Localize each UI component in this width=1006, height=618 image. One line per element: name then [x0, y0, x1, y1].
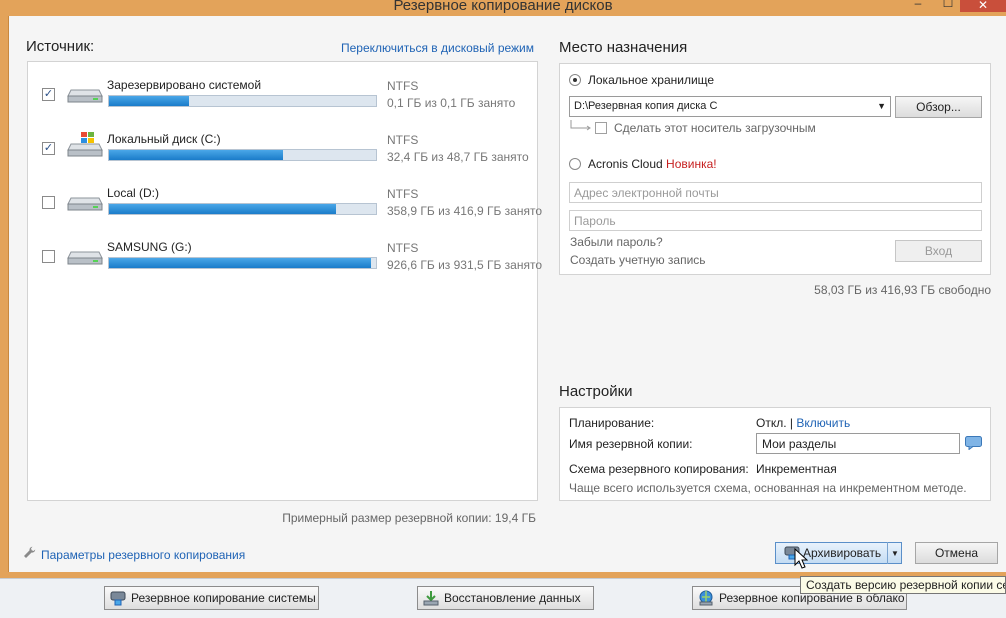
maximize-button[interactable]: ☐ — [938, 0, 958, 10]
disk-filesystem: NTFS — [387, 187, 419, 201]
disk-row[interactable]: ✓ Зарезервировано системой NTFS 0,1 ГБ из 0… — [28, 78, 537, 126]
source-disk-list: ✓ Зарезервировано системой NTFS 0,1 ГБ из 0… — [27, 61, 542, 501]
disk-checkbox[interactable] — [42, 196, 55, 209]
wrench-icon — [23, 546, 37, 562]
windows-hdd-icon — [67, 132, 103, 157]
free-space: 58,03 ГБ из 416,93 ГБ свободно — [814, 283, 991, 297]
cancel-button[interactable]: Отмена — [915, 542, 998, 564]
disk-usage-text: 0,1 ГБ из 0,1 ГБ занято — [387, 96, 516, 110]
backup-options-link[interactable]: Параметры резервного копирования — [23, 546, 245, 562]
source-heading: Источник: — [26, 38, 95, 55]
bootable-media-label: Сделать этот носитель загрузочным — [614, 121, 816, 135]
disk-name: Локальный диск (C:) — [107, 132, 221, 146]
disk-usage-fill — [109, 96, 190, 106]
new-badge: Новинка! — [666, 157, 717, 171]
disk-checkbox[interactable] — [42, 250, 55, 263]
enable-schedule-link[interactable]: Включить — [796, 416, 850, 430]
acronis-cloud-text: Acronis Cloud — [588, 157, 663, 171]
disk-usage-fill — [109, 258, 371, 268]
browse-button[interactable]: Обзор... — [895, 96, 982, 118]
destination-heading: Место назначения — [559, 39, 688, 56]
schedule-label: Планирование: — [569, 416, 655, 430]
disk-checkbox[interactable]: ✓ — [42, 88, 55, 101]
restore-button[interactable]: Восстановление данных — [417, 586, 594, 610]
disk-usage-fill — [109, 204, 336, 214]
disk-row[interactable]: Local (D:) NTFS 358,9 ГБ из 416,9 ГБ занят… — [28, 186, 542, 234]
acronis-cloud-label: Acronis Cloud Новинка! — [588, 157, 717, 171]
settings-panel: Планирование: Откл. | Включить Имя резер… — [559, 407, 991, 501]
close-button[interactable]: ✕ — [960, 0, 1006, 12]
restore-icon — [423, 591, 439, 606]
acronis-cloud-radio[interactable] — [569, 158, 581, 170]
destination-panel: Локальное хранилище D:\Резервная копия д… — [559, 63, 991, 275]
scheme-label: Схема резервного копирования: — [569, 462, 749, 476]
disk-checkbox[interactable]: ✓ — [42, 142, 55, 155]
system-backup-button[interactable]: Резервное копирование системы — [104, 586, 319, 610]
disk-usage-text: 358,9 ГБ из 416,9 ГБ занято — [387, 204, 543, 218]
disk-usage-fill — [109, 150, 283, 160]
title-bar: Резервное копирование дисков – ☐ ✕ — [0, 0, 1006, 16]
backup-name-input[interactable]: Мои разделы — [756, 433, 960, 454]
disk-name: Зарезервировано системой — [107, 78, 262, 92]
chevron-down-icon[interactable]: ▼ — [877, 101, 886, 111]
hdd-icon — [67, 190, 103, 212]
local-storage-label: Локальное хранилище — [588, 73, 715, 87]
switch-disk-mode-link[interactable]: Переключиться в дисковый режим — [341, 41, 534, 55]
disk-usage-text: 926,6 ГБ из 931,5 ГБ занято — [387, 258, 543, 272]
local-storage-radio[interactable] — [569, 74, 581, 86]
scheme-link[interactable]: Инкрементная — [756, 462, 837, 476]
disk-name: SAMSUNG (G:) — [107, 240, 192, 254]
scheme-hint: Чаще всего используется схема, основанна… — [569, 481, 967, 495]
system-backup-label: Резервное копирование системы — [131, 591, 316, 605]
backup-options-label: Параметры резервного копирования — [41, 548, 246, 562]
backup-name-label: Имя резервной копии: — [569, 437, 693, 451]
hdd-icon — [67, 82, 103, 104]
disk-filesystem: NTFS — [387, 133, 419, 147]
forgot-password-link[interactable]: Забыли пароль? — [570, 235, 663, 249]
disk-usage-bar — [108, 95, 377, 107]
destination-path-value: D:\Резервная копия диска C — [574, 100, 718, 112]
login-button[interactable]: Вход — [895, 240, 982, 262]
archive-label: Архивировать — [803, 546, 882, 560]
tree-connector-icon — [570, 120, 591, 131]
archive-tooltip: Создать версию резервной копии се — [800, 576, 1006, 594]
password-field[interactable]: Пароль — [569, 210, 982, 231]
settings-heading: Настройки — [559, 383, 633, 400]
comment-icon[interactable] — [965, 436, 982, 450]
system-backup-icon — [110, 591, 126, 606]
disk-filesystem: NTFS — [387, 241, 419, 255]
minimize-button[interactable]: – — [908, 0, 928, 10]
create-account-link[interactable]: Создать учетную запись — [570, 253, 706, 267]
disk-row[interactable]: SAMSUNG (G:) NTFS 926,6 ГБ из 931,5 ГБ зан… — [28, 240, 542, 288]
bootable-media-checkbox[interactable] — [595, 122, 607, 134]
disk-usage-bar — [108, 203, 377, 215]
email-field[interactable]: Адрес электронной почты — [569, 182, 982, 203]
disk-usage-bar — [108, 257, 377, 269]
schedule-value-group: Откл. | Включить — [756, 416, 850, 430]
disk-usage-text: 32,4 ГБ из 48,7 ГБ занято — [387, 150, 529, 164]
mouse-cursor-icon — [794, 548, 808, 569]
schedule-separator: | — [789, 416, 794, 430]
disk-row[interactable]: ✓ Локальный диск (C:) NTFS 32,4 ГБ из 48,7 … — [28, 132, 537, 180]
hdd-icon — [67, 244, 103, 266]
window-title: Резервное копирование дисков — [393, 0, 613, 14]
dialog-content: Источник: Переключиться в дисковый режим… — [8, 16, 1006, 572]
destination-path-combo[interactable]: D:\Резервная копия диска C ▼ — [569, 96, 891, 117]
cloud-backup-icon — [699, 590, 713, 606]
estimated-size: Примерный размер резервной копии: 19,4 Г… — [282, 511, 536, 525]
schedule-value: Откл. — [756, 416, 787, 430]
restore-label: Восстановление данных — [444, 591, 581, 605]
backup-window: Резервное копирование дисков – ☐ ✕ Источ… — [0, 0, 1006, 578]
disk-filesystem: NTFS — [387, 79, 419, 93]
disk-usage-bar — [108, 149, 377, 161]
disk-name: Local (D:) — [107, 186, 160, 200]
archive-dropdown-icon[interactable]: ▼ — [891, 549, 899, 558]
